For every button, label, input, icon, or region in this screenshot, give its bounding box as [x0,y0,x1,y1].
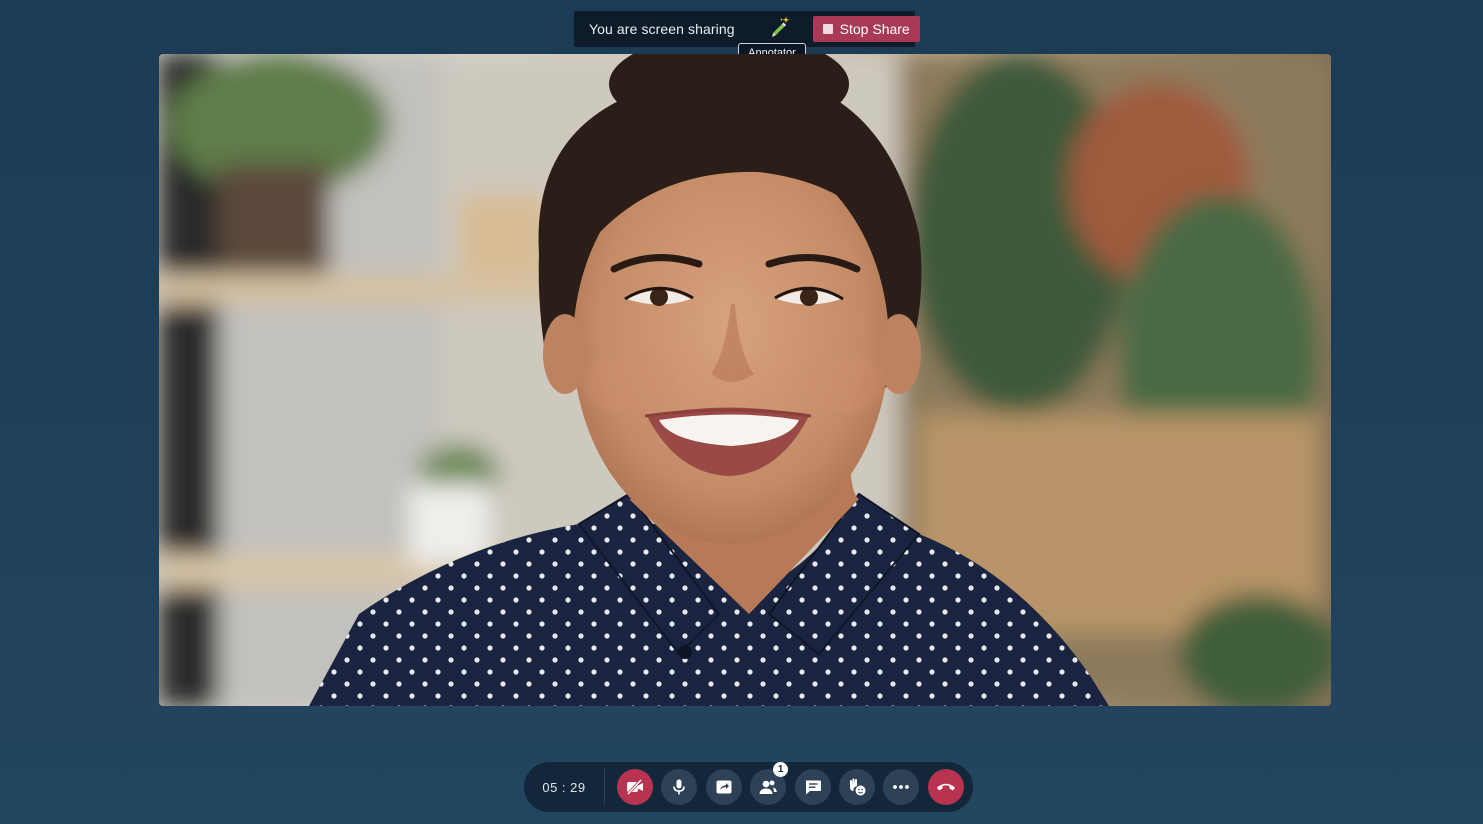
stop-share-button[interactable]: Stop Share [812,16,920,42]
chat-button[interactable] [794,769,831,805]
call-timer: 05 : 29 [542,779,586,795]
meeting-control-bar: 05 : 29 1 [524,762,973,812]
participants-button[interactable]: 1 [750,762,789,805]
stop-square-icon [822,24,833,34]
more-options-button[interactable] [883,769,920,805]
participant-count-badge: 1 [773,762,789,777]
participant-video [159,54,1331,706]
reactions-button[interactable] [838,769,875,805]
microphone-button[interactable] [661,769,698,805]
chat-icon [805,780,821,795]
stop-share-label: Stop Share [839,21,910,37]
annotator-button[interactable] [765,16,791,42]
screen-share-banner: You are screen sharing Stop Share [574,11,920,47]
microphone-icon [673,779,686,795]
video-off-icon [626,778,643,796]
pencil-sparkle-icon [771,16,789,37]
raise-hand-emoji-icon [849,778,866,796]
participants-icon [759,780,777,794]
hang-up-icon [936,783,955,791]
divider [604,769,605,805]
share-screen-button[interactable] [705,769,742,805]
more-dots-icon [893,785,910,789]
share-screen-icon [716,780,732,794]
video-off-button[interactable] [617,769,653,805]
screen-sharing-status: You are screen sharing [589,21,735,37]
end-call-button[interactable] [927,769,964,805]
